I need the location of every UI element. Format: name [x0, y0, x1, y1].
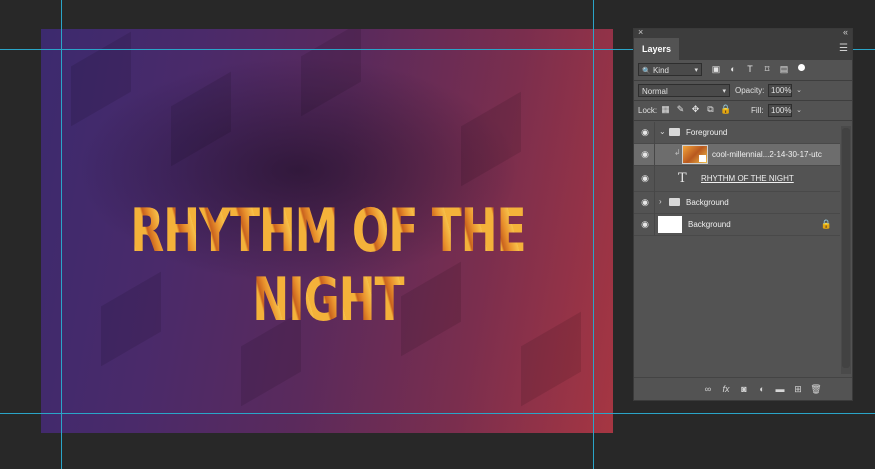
- layers-panel: × « Layers ☰ 🔍 Kind ▾ ▣ ◐ T ⌑ ▤ Normal ▾…: [633, 27, 853, 401]
- filter-kind-dropdown[interactable]: 🔍 Kind ▾: [638, 63, 702, 76]
- opacity-label: Opacity:: [735, 86, 765, 95]
- separator: [654, 214, 655, 236]
- background-pattern-shape: [71, 31, 131, 127]
- layer-name: RHYTHM OF THE NIGHT: [701, 174, 794, 183]
- blend-mode-dropdown[interactable]: Normal ▾: [638, 84, 730, 97]
- smart-object-filter-icon[interactable]: ▤: [778, 63, 790, 75]
- chevron-right-icon[interactable]: ›: [659, 197, 662, 206]
- opacity-dropdown-icon[interactable]: ⌄: [794, 85, 804, 96]
- document-canvas[interactable]: RHYTHM OF THE NIGHT: [41, 29, 613, 433]
- panel-tab-row: Layers ☰: [634, 38, 852, 60]
- opacity-input[interactable]: 100%: [768, 84, 792, 97]
- fill-input[interactable]: 100%: [768, 104, 792, 117]
- lock-all-icon[interactable]: 🔒: [720, 104, 731, 115]
- separator: [634, 120, 852, 121]
- shape-filter-icon[interactable]: ⌑: [761, 63, 773, 75]
- blend-row: Normal ▾ Opacity: 100% ⌄: [634, 82, 852, 100]
- background-pattern-shape: [171, 71, 231, 167]
- eye-icon[interactable]: ◉: [640, 173, 650, 183]
- canvas-title-text: RHYTHM OF THE NIGHT: [63, 197, 593, 335]
- separator: [654, 192, 655, 214]
- separator: [634, 100, 852, 101]
- layer-row-smart-object[interactable]: ◉ ↲ cool-millennial...2-14-30-17-utc: [634, 144, 840, 166]
- lock-position-icon[interactable]: ✥: [690, 104, 701, 115]
- guide-vertical-left[interactable]: [61, 0, 62, 469]
- link-layers-icon[interactable]: ∞: [702, 383, 714, 395]
- folder-icon: [669, 128, 680, 136]
- lock-transparency-icon[interactable]: ▦: [660, 104, 671, 115]
- layer-thumbnail: [658, 216, 682, 233]
- panel-menu-icon[interactable]: ☰: [839, 43, 848, 54]
- layer-name: Foreground: [686, 128, 728, 137]
- layer-row-foreground-group[interactable]: ◉ ⌄ Foreground: [634, 122, 840, 144]
- collapse-icon[interactable]: «: [843, 27, 848, 37]
- layer-row-background-group[interactable]: ◉ › Background: [634, 192, 840, 214]
- layer-row-background[interactable]: ◉ Background 🔒: [634, 214, 840, 236]
- lock-row: Lock: ▦ ✎ ✥ ⧉ 🔒 Fill: 100% ⌄: [634, 102, 852, 120]
- tab-layers[interactable]: Layers: [634, 38, 680, 60]
- lock-icon: 🔒: [820, 219, 832, 229]
- layers-scrollbar[interactable]: [841, 126, 851, 374]
- chevron-down-icon: ▾: [722, 88, 726, 95]
- layer-row-text[interactable]: ◉ T RHYTHM OF THE NIGHT: [634, 166, 840, 192]
- filter-kind-label: Kind: [652, 66, 669, 75]
- trash-icon[interactable]: 🗑: [810, 383, 822, 395]
- eye-icon[interactable]: ◉: [640, 197, 650, 207]
- separator: [634, 80, 852, 81]
- layer-style-icon[interactable]: fx: [720, 383, 732, 395]
- adjustment-filter-icon[interactable]: ◐: [727, 63, 739, 75]
- chevron-down-icon[interactable]: ⌄: [659, 127, 666, 136]
- chevron-down-icon: ▾: [694, 67, 698, 74]
- type-filter-icon[interactable]: T: [744, 63, 756, 75]
- separator: [654, 122, 655, 144]
- guide-horizontal-bottom[interactable]: [0, 413, 875, 414]
- type-layer-icon: T: [678, 171, 687, 186]
- separator: [654, 144, 655, 166]
- background-pattern-shape: [461, 91, 521, 187]
- layer-name: Background: [688, 220, 731, 229]
- filter-toggle[interactable]: [798, 64, 805, 71]
- lock-artboard-icon[interactable]: ⧉: [705, 104, 716, 115]
- panel-topbar: × «: [634, 27, 852, 38]
- lock-label: Lock:: [638, 106, 658, 115]
- separator: [654, 166, 655, 192]
- add-mask-icon[interactable]: ◙: [738, 383, 750, 395]
- pixel-filter-icon[interactable]: ▣: [710, 63, 722, 75]
- scrollbar-thumb[interactable]: [842, 128, 850, 368]
- smart-object-badge-icon: [699, 155, 706, 162]
- new-layer-icon[interactable]: ⊞: [792, 383, 804, 395]
- fill-dropdown-icon[interactable]: ⌄: [794, 105, 804, 116]
- guide-vertical-right[interactable]: [593, 0, 594, 469]
- new-group-icon[interactable]: ▬: [774, 383, 786, 395]
- eye-icon[interactable]: ◉: [640, 149, 650, 159]
- eye-icon[interactable]: ◉: [640, 219, 650, 229]
- fill-label: Fill:: [751, 106, 764, 115]
- eye-icon[interactable]: ◉: [640, 127, 650, 137]
- layer-name: cool-millennial...2-14-30-17-utc: [712, 150, 822, 159]
- close-icon[interactable]: ×: [638, 27, 643, 37]
- adjustment-layer-icon[interactable]: ◐: [756, 383, 768, 395]
- clipping-mask-icon: ↲: [674, 148, 681, 157]
- background-pattern-shape: [301, 29, 361, 117]
- layer-name: Background: [686, 198, 729, 207]
- folder-icon: [669, 198, 680, 206]
- lock-pixels-icon[interactable]: ✎: [675, 104, 686, 115]
- layers-bottom-toolbar: ∞ fx ◙ ◐ ▬ ⊞ 🗑: [634, 377, 852, 400]
- filter-row: 🔍 Kind ▾ ▣ ◐ T ⌑ ▤: [634, 60, 852, 80]
- layer-thumbnail: [682, 145, 708, 164]
- search-icon: 🔍: [642, 68, 651, 75]
- blend-mode-value: Normal: [642, 87, 668, 96]
